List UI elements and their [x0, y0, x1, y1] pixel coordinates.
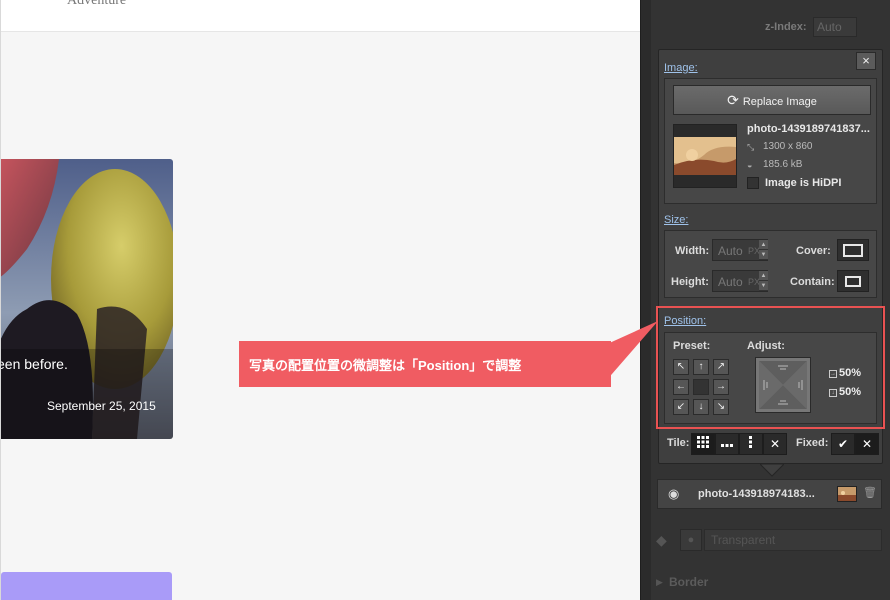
card-excerpt: een before.: [0, 356, 68, 372]
grid-icon: [697, 436, 709, 448]
image-section-label[interactable]: Image:: [664, 62, 698, 74]
height-value: Auto: [718, 275, 743, 289]
cover-button[interactable]: [837, 239, 869, 261]
vertical-dots-icon: [749, 436, 752, 448]
tile-vertical-button[interactable]: [739, 433, 763, 455]
layer-photo: [838, 487, 856, 501]
width-value: Auto: [718, 244, 743, 258]
close-icon: ✕: [769, 437, 781, 451]
fixed-label: Fixed:: [796, 437, 829, 449]
contain-image-icon: [845, 275, 861, 287]
annotation-callout: 写真の配置位置の微調整は「Position」で調整: [239, 341, 611, 387]
tile-none-button[interactable]: ✕: [763, 433, 787, 455]
width-stepper[interactable]: ▲ ▼: [759, 240, 768, 260]
step-down-icon[interactable]: ▼: [759, 250, 768, 260]
photo-card[interactable]: [1, 159, 173, 439]
refresh-icon: ⟳: [727, 92, 739, 108]
site-header: Adventure: [1, 0, 640, 32]
tile-grid-button[interactable]: [691, 433, 715, 455]
background-color-input[interactable]: Transparent: [704, 529, 882, 551]
step-up-icon[interactable]: ▲: [759, 271, 768, 281]
purple-content-block: [1, 572, 172, 600]
height-field[interactable]: Auto PX ▲ ▼: [712, 270, 768, 292]
site-nav-link[interactable]: Adventure: [67, 0, 126, 9]
width-field[interactable]: Auto PX ▲ ▼: [712, 239, 768, 261]
zindex-label: z-Index:: [765, 21, 807, 33]
horizontal-dots-icon: [721, 444, 733, 447]
border-label: Border: [669, 575, 709, 589]
hidpi-label: Image is HiDPI: [765, 177, 842, 189]
lantern-photo: [1, 159, 173, 439]
image-dimensions: 1300 x 860: [763, 141, 813, 152]
panel-pointer-icon: [760, 464, 784, 477]
image-thumbnail: [673, 124, 737, 188]
width-label: Width:: [675, 245, 710, 257]
height-stepper[interactable]: ▲ ▼: [759, 271, 768, 291]
height-label: Height:: [671, 276, 709, 288]
layer-thumbnail: [837, 486, 857, 502]
tile-horizontal-button[interactable]: [715, 433, 739, 455]
contain-button[interactable]: [837, 270, 869, 292]
check-icon: ✔: [837, 437, 849, 451]
cover-label: Cover:: [796, 245, 831, 257]
trash-icon[interactable]: 🗑: [863, 486, 877, 499]
step-down-icon[interactable]: ▼: [759, 281, 768, 291]
fixed-on-button[interactable]: ✔: [831, 433, 855, 455]
replace-image-label: Replace Image: [742, 96, 817, 108]
hidpi-checkbox[interactable]: [747, 177, 759, 189]
chevron-right-icon: ▶: [656, 577, 663, 587]
step-up-icon[interactable]: ▲: [759, 240, 768, 250]
gauge-icon: ◒: [747, 160, 753, 170]
close-panel-button[interactable]: ×: [856, 52, 876, 70]
resize-icon: ⤡: [747, 142, 755, 152]
thumbnail-photo: [674, 125, 736, 187]
size-section: Width: Auto PX ▲ ▼ Cover: Height: Auto PX…: [664, 230, 877, 298]
eye-icon[interactable]: ◉: [668, 486, 679, 502]
contain-label: Contain:: [790, 276, 835, 288]
size-section-label[interactable]: Size:: [664, 214, 688, 226]
drop-icon[interactable]: ●: [680, 529, 702, 551]
cover-image-icon: [843, 243, 863, 257]
close-icon: ✕: [861, 437, 873, 451]
website-canvas: Adventure een before. September 25, 2015: [0, 0, 640, 600]
editor-sidebar: z-Index: Auto × Image: ⟳ Replace Image ph…: [640, 0, 890, 600]
replace-image-button[interactable]: ⟳ Replace Image: [673, 85, 871, 115]
background-color-row: ◆ ● Transparent: [650, 528, 885, 552]
zindex-input[interactable]: Auto: [813, 17, 857, 37]
image-section: ⟳ Replace Image photo-1439189741837... ⤡ …: [664, 78, 877, 204]
zindex-row: z-Index: Auto: [641, 15, 890, 39]
border-section-toggle[interactable]: ▶ Border: [650, 573, 885, 593]
background-layer-row[interactable]: ◉ photo-143918974183... 🗑: [657, 479, 882, 509]
fixed-off-button[interactable]: ✕: [855, 433, 879, 455]
image-file-name: photo-1439189741837...: [747, 123, 870, 135]
position-highlight-frame: [656, 306, 885, 429]
paint-bucket-icon: ◆: [656, 532, 667, 548]
layer-name: photo-143918974183...: [698, 488, 815, 500]
card-date: September 25, 2015: [47, 399, 156, 413]
image-file-size: 185.6 kB: [763, 159, 803, 170]
tile-label: Tile:: [667, 437, 690, 449]
